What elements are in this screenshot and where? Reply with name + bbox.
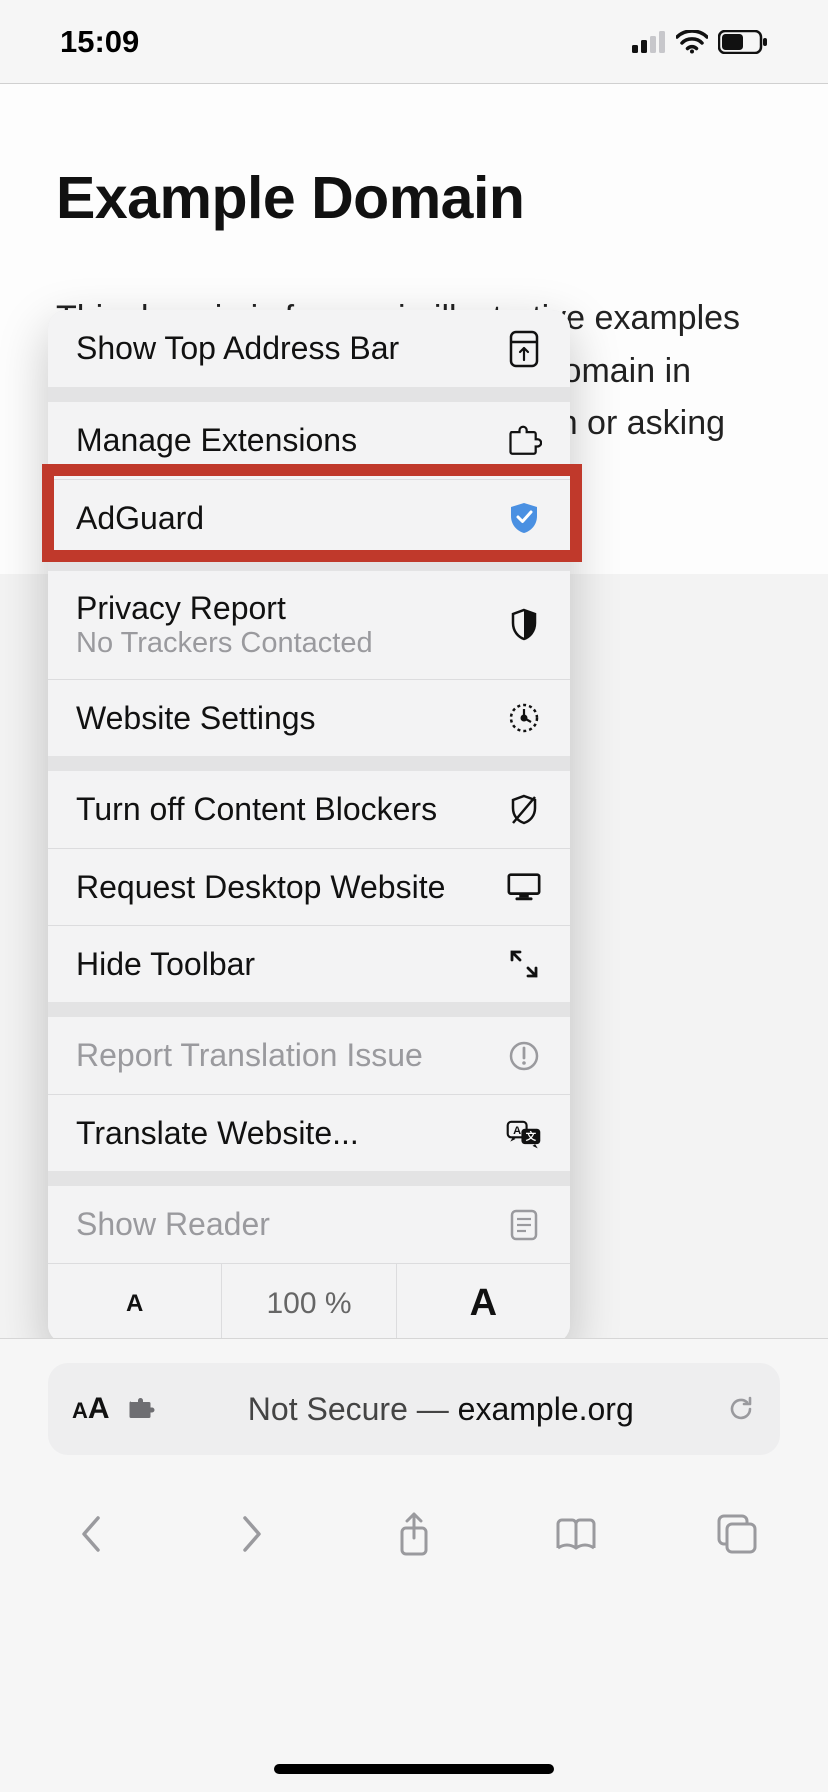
address-bar-top-icon — [506, 331, 542, 367]
status-bar: 15:09 — [0, 0, 828, 84]
shield-slash-icon — [506, 792, 542, 828]
zoom-row: A 100 % A — [48, 1263, 570, 1343]
puzzle-icon — [506, 423, 542, 459]
menu-show-top-address-bar[interactable]: Show Top Address Bar — [48, 310, 570, 387]
menu-hide-toolbar[interactable]: Hide Toolbar — [48, 925, 570, 1002]
share-button[interactable] — [384, 1504, 444, 1564]
back-button[interactable] — [61, 1504, 121, 1564]
reader-icon — [506, 1207, 542, 1243]
zoom-increase[interactable]: A — [397, 1264, 570, 1343]
menu-label: Request Desktop Website — [76, 869, 506, 906]
translate-icon: A文 — [506, 1115, 542, 1151]
zoom-decrease[interactable]: A — [48, 1264, 222, 1343]
desktop-icon — [506, 869, 542, 905]
menu-label: Hide Toolbar — [76, 946, 506, 983]
menu-translate-website[interactable]: Translate Website... A文 — [48, 1094, 570, 1171]
gear-icon — [506, 700, 542, 736]
menu-turn-off-content-blockers[interactable]: Turn off Content Blockers — [48, 771, 570, 848]
wifi-icon — [676, 30, 708, 54]
shield-half-icon — [506, 607, 542, 643]
menu-request-desktop[interactable]: Request Desktop Website — [48, 848, 570, 925]
status-indicators — [632, 30, 768, 54]
svg-text:文: 文 — [525, 1130, 537, 1143]
menu-label: Translate Website... — [76, 1115, 506, 1152]
menu-report-translation: Report Translation Issue — [48, 1017, 570, 1094]
browser-toolbar — [0, 1489, 828, 1579]
menu-website-settings[interactable]: Website Settings — [48, 679, 570, 756]
menu-label: Website Settings — [76, 700, 506, 737]
svg-text:A: A — [513, 1125, 521, 1137]
cellular-icon — [632, 31, 666, 53]
menu-label: Show Top Address Bar — [76, 330, 506, 367]
menu-adguard[interactable]: AdGuard — [48, 479, 570, 556]
menu-label: AdGuard — [76, 500, 506, 537]
bookmarks-button[interactable] — [546, 1504, 606, 1564]
aa-button[interactable]: AA — [72, 1392, 110, 1426]
arrows-expand-icon — [506, 946, 542, 982]
menu-label: Show Reader — [76, 1206, 506, 1243]
aa-menu-popup: Show Top Address Bar Manage Extensions A… — [48, 310, 570, 1343]
menu-sublabel: No Trackers Contacted — [76, 627, 373, 660]
home-indicator[interactable] — [274, 1764, 554, 1774]
address-bar[interactable]: AA Not Secure — example.org — [48, 1363, 780, 1455]
puzzle-small-icon[interactable] — [128, 1396, 156, 1422]
menu-label: Privacy Report — [76, 590, 373, 627]
menu-show-reader: Show Reader — [48, 1186, 570, 1263]
forward-button[interactable] — [222, 1504, 282, 1564]
menu-label: Manage Extensions — [76, 422, 506, 459]
zoom-value: 100 % — [222, 1264, 396, 1343]
menu-label: Turn off Content Blockers — [76, 791, 506, 828]
tabs-button[interactable] — [707, 1504, 767, 1564]
bottom-area: AA Not Secure — example.org — [0, 1338, 828, 1792]
battery-icon — [718, 30, 768, 54]
address-text: Not Secure — example.org — [174, 1391, 708, 1428]
shield-check-icon — [506, 500, 542, 536]
menu-label: Report Translation Issue — [76, 1037, 506, 1074]
status-time: 15:09 — [60, 24, 139, 60]
page-title: Example Domain — [56, 164, 772, 232]
menu-manage-extensions[interactable]: Manage Extensions — [48, 402, 570, 479]
menu-privacy-report[interactable]: Privacy Report No Trackers Contacted — [48, 571, 570, 679]
reload-icon[interactable] — [726, 1394, 756, 1424]
exclamation-circle-icon — [506, 1038, 542, 1074]
